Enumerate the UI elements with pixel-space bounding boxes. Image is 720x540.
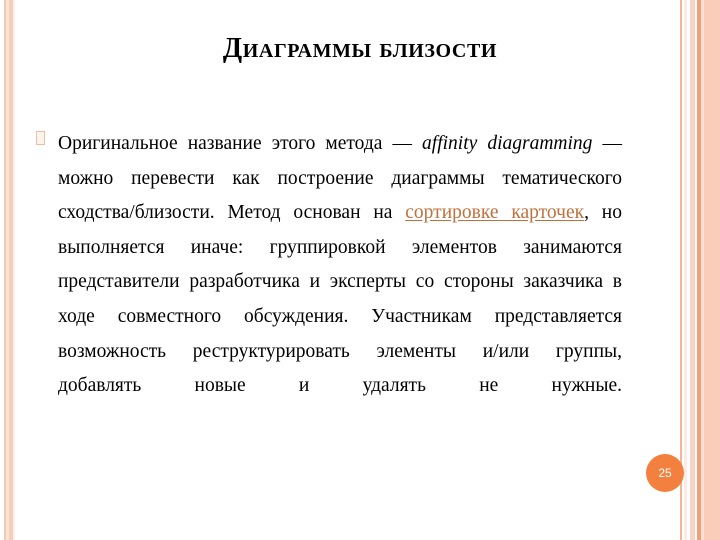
right-decorative-stripes (675, 0, 720, 540)
stripe-right-3 (690, 0, 695, 540)
stripe-left-4 (13, 0, 15, 540)
stripe-right-6 (704, 0, 720, 540)
square-bullet-icon (36, 131, 58, 148)
page-number-label: 25 (658, 466, 672, 480)
stripe-left-1 (4, 0, 6, 540)
hyperlink-card-sorting[interactable]: сортировке карточек (405, 202, 584, 223)
paragraph-text: , но выполняется иначе: группировкой эле… (58, 202, 622, 397)
stripe-left-2 (6, 0, 9, 540)
bullet-box-shape (36, 131, 45, 145)
content-block: Оригинальное название этого метода — aff… (36, 127, 622, 438)
stripe-right-4 (697, 0, 701, 540)
slide-title: Диаграммы близости (222, 33, 498, 64)
body-paragraph: Оригинальное название этого метода — aff… (58, 127, 622, 438)
slide: Диаграммы близости Оригинальное название… (0, 0, 720, 540)
left-decorative-stripes (0, 0, 30, 540)
page-number-badge: 25 (646, 454, 684, 492)
stripe-right-1 (680, 0, 682, 540)
stripe-left-3 (9, 0, 13, 540)
stripe-right-2 (684, 0, 687, 540)
emphasis-text: affinity diagramming (422, 133, 593, 154)
stripe-right-5 (701, 0, 704, 540)
paragraph-text: Оригинальное название этого метода — (58, 133, 423, 154)
